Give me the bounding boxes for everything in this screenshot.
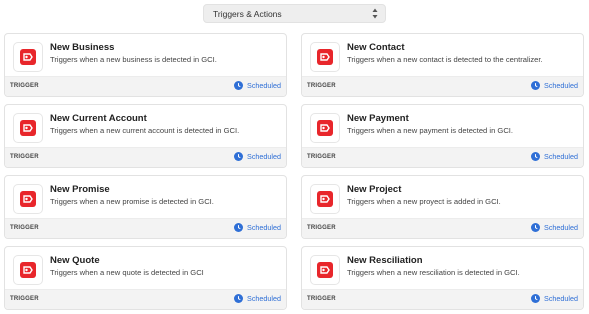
card-body: New Project Triggers when a new proyect … (302, 176, 583, 220)
trigger-card[interactable]: New Business Triggers when a new busines… (4, 33, 287, 97)
card-body: New Business Triggers when a new busines… (5, 34, 286, 78)
card-type-label: TRIGGER (10, 83, 39, 89)
schedule-badge: Scheduled (531, 81, 578, 90)
clock-icon (531, 81, 541, 90)
sort-arrows-icon (372, 8, 378, 19)
card-title: New Payment (347, 113, 409, 124)
app-logo-icon (310, 42, 340, 72)
card-title: New Promise (50, 184, 110, 195)
card-footer: TRIGGER Scheduled (5, 147, 286, 167)
card-type-label: TRIGGER (307, 225, 336, 231)
schedule-badge: Scheduled (234, 152, 281, 161)
app-logo-icon (310, 113, 340, 143)
card-type-label: TRIGGER (307, 296, 336, 302)
schedule-badge: Scheduled (531, 152, 578, 161)
card-description: Triggers when a new current account is d… (50, 126, 240, 135)
schedule-label: Scheduled (247, 294, 281, 303)
clock-icon (234, 152, 244, 161)
app-logo-icon (310, 255, 340, 285)
card-type-label: TRIGGER (10, 225, 39, 231)
schedule-badge: Scheduled (234, 294, 281, 303)
trigger-card[interactable]: New Project Triggers when a new proyect … (301, 175, 584, 239)
app-logo-icon (310, 184, 340, 214)
card-description: Triggers when a new contact is detected … (347, 55, 543, 64)
card-body: New Current Account Triggers when a new … (5, 105, 286, 149)
card-description: Triggers when a new business is detected… (50, 55, 217, 64)
card-footer: TRIGGER Scheduled (302, 147, 583, 167)
card-footer: TRIGGER Scheduled (302, 289, 583, 309)
card-footer: TRIGGER Scheduled (302, 76, 583, 96)
card-type-label: TRIGGER (10, 296, 39, 302)
schedule-label: Scheduled (247, 152, 281, 161)
select-label: Triggers & Actions (213, 8, 282, 19)
app-logo-icon (13, 113, 43, 143)
card-description: Triggers when a new proyect is added in … (347, 197, 501, 206)
triggers-actions-select[interactable]: Triggers & Actions (203, 4, 386, 23)
schedule-badge: Scheduled (531, 223, 578, 232)
schedule-label: Scheduled (247, 223, 281, 232)
card-body: New Quote Triggers when a new quote is d… (5, 247, 286, 291)
trigger-card[interactable]: New Current Account Triggers when a new … (4, 104, 287, 168)
card-title: New Business (50, 42, 115, 53)
schedule-label: Scheduled (544, 223, 578, 232)
card-footer: TRIGGER Scheduled (5, 289, 286, 309)
card-title: New Current Account (50, 113, 147, 124)
schedule-badge: Scheduled (531, 294, 578, 303)
card-body: New Payment Triggers when a new payment … (302, 105, 583, 149)
card-type-label: TRIGGER (10, 154, 39, 160)
app-logo-icon (13, 184, 43, 214)
card-description: Triggers when a new payment is detected … (347, 126, 514, 135)
card-footer: TRIGGER Scheduled (5, 76, 286, 96)
card-footer: TRIGGER Scheduled (302, 218, 583, 238)
schedule-label: Scheduled (544, 152, 578, 161)
clock-icon (531, 152, 541, 161)
card-body: New Contact Triggers when a new contact … (302, 34, 583, 78)
schedule-label: Scheduled (544, 81, 578, 90)
card-title: New Project (347, 184, 402, 195)
card-title: New Quote (50, 255, 100, 266)
card-title: New Contact (347, 42, 405, 53)
schedule-badge: Scheduled (234, 223, 281, 232)
schedule-label: Scheduled (247, 81, 281, 90)
card-type-label: TRIGGER (307, 154, 336, 160)
trigger-card[interactable]: New Resciliation Triggers when a new res… (301, 246, 584, 310)
card-type-label: TRIGGER (307, 83, 336, 89)
app-logo-icon (13, 255, 43, 285)
card-footer: TRIGGER Scheduled (5, 218, 286, 238)
clock-icon (531, 223, 541, 232)
trigger-card[interactable]: New Payment Triggers when a new payment … (301, 104, 584, 168)
trigger-card[interactable]: New Contact Triggers when a new contact … (301, 33, 584, 97)
schedule-badge: Scheduled (234, 81, 281, 90)
trigger-card[interactable]: New Quote Triggers when a new quote is d… (4, 246, 287, 310)
clock-icon (234, 223, 244, 232)
card-title: New Resciliation (347, 255, 423, 266)
card-description: Triggers when a new resciliation is dete… (347, 268, 520, 277)
card-body: New Promise Triggers when a new promise … (5, 176, 286, 220)
clock-icon (531, 294, 541, 303)
card-body: New Resciliation Triggers when a new res… (302, 247, 583, 291)
card-description: Triggers when a new promise is detected … (50, 197, 214, 206)
schedule-label: Scheduled (544, 294, 578, 303)
card-description: Triggers when a new quote is detected in… (50, 268, 204, 277)
clock-icon (234, 81, 244, 90)
clock-icon (234, 294, 244, 303)
trigger-card[interactable]: New Promise Triggers when a new promise … (4, 175, 287, 239)
app-logo-icon (13, 42, 43, 72)
